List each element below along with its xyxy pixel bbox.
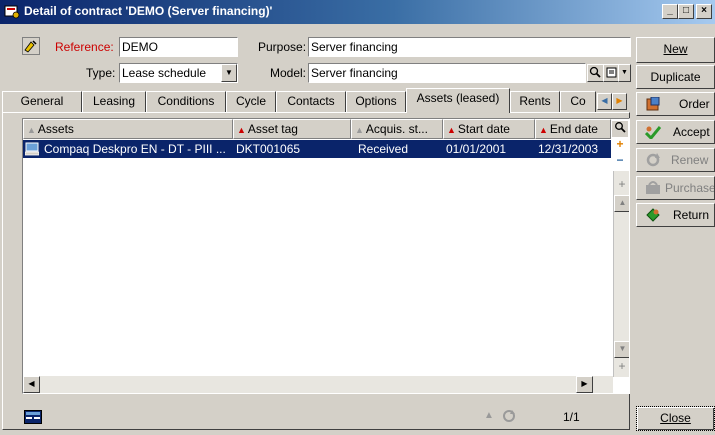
cell-acquis-status: Received [358, 142, 409, 156]
purchase-icon [646, 181, 660, 194]
renew-button[interactable]: Renew [636, 148, 715, 172]
tab-cycle[interactable]: Cycle [226, 91, 276, 112]
scroll-up-icon[interactable]: ▲ [614, 195, 629, 212]
sort-indicator-icon: ▲ [27, 125, 36, 135]
tab-scroll-right-icon[interactable]: ▶ [612, 93, 627, 110]
column-header-start-date[interactable]: ▲ Start date [443, 119, 535, 139]
column-header-end-date[interactable]: ▲ End date [535, 119, 611, 139]
sort-indicator-icon: ▲ [539, 125, 548, 135]
return-icon [646, 208, 660, 222]
column-header-acquis-status[interactable]: ▲ Acquis. st... [351, 119, 443, 139]
contract-app-icon [4, 5, 20, 19]
tab-contacts[interactable]: Contacts [276, 91, 346, 112]
tab-leasing[interactable]: Leasing [82, 91, 146, 112]
cell-asset-tag: DKT001065 [236, 142, 301, 156]
reference-field[interactable]: DEMO [119, 37, 238, 57]
order-button[interactable]: Order [636, 92, 715, 116]
cell-start-date: 01/01/2001 [446, 142, 507, 156]
maximize-button[interactable]: □ [678, 4, 694, 19]
column-header-asset-tag[interactable]: ▲ Asset tag [233, 119, 351, 139]
type-select-value: Lease schedule [122, 66, 207, 80]
tab-co[interactable]: Co [560, 91, 596, 112]
status-sort-icon: ▲ [484, 410, 494, 421]
horizontal-scrollbar[interactable]: ◀ ▶ [23, 376, 613, 393]
cell-assets: Compaq Deskpro EN - DT - PIII ... [44, 142, 226, 156]
assets-list[interactable]: ▲ Assets ▲ Asset tag ▲ Acquis. st... ▲ Start… [22, 118, 630, 394]
close-window-button[interactable]: × [696, 4, 712, 19]
type-label: Type: [86, 66, 116, 80]
reference-label: Reference: [55, 40, 114, 54]
remove-row-icon[interactable]: − [612, 153, 628, 169]
title-bar[interactable]: Detail of contract 'DEMO (Server financi… [0, 0, 715, 24]
model-search-icon[interactable] [587, 64, 604, 82]
close-button[interactable]: Close [636, 406, 715, 431]
expand-icon[interactable]: + [614, 177, 629, 193]
cell-end-date: 12/31/2003 [538, 142, 599, 156]
new-button[interactable]: New [636, 37, 715, 63]
accept-button[interactable]: Accept [636, 120, 715, 144]
sort-indicator-icon: ▲ [355, 125, 364, 135]
tab-conditions[interactable]: Conditions [146, 91, 226, 112]
record-counter: 1/1 [563, 410, 580, 424]
minimize-button[interactable]: _ [662, 4, 678, 19]
tab-options[interactable]: Options [346, 91, 406, 112]
return-button[interactable]: Return [636, 203, 715, 227]
model-field[interactable]: Server financing [308, 63, 586, 83]
contract-detail-window: Detail of contract 'DEMO (Server financi… [0, 0, 715, 435]
purchase-button[interactable]: Purchase [636, 176, 715, 200]
type-dropdown-arrow-icon[interactable]: ▼ [221, 64, 237, 82]
model-label: Model: [270, 66, 307, 80]
add-row-icon[interactable]: + [612, 137, 628, 153]
tab-general[interactable]: General [2, 91, 82, 112]
order-icon [646, 97, 660, 111]
scroll-left-icon[interactable]: ◀ [23, 376, 40, 393]
renew-icon [646, 153, 660, 167]
accept-icon [645, 126, 661, 139]
purpose-label: Purpose: [258, 40, 307, 54]
model-dropdown-arrow-icon[interactable]: ▼ [618, 64, 631, 82]
sort-indicator-icon: ▲ [237, 125, 246, 135]
duplicate-button[interactable]: Duplicate [636, 65, 715, 89]
refresh-icon[interactable] [500, 408, 518, 424]
list-view-icon[interactable] [24, 410, 42, 424]
window-title: Detail of contract 'DEMO (Server financi… [24, 4, 273, 18]
table-row[interactable]: Compaq Deskpro EN - DT - PIII ... DKT001… [23, 140, 611, 158]
expand-bottom-icon[interactable]: + [614, 359, 629, 375]
tab-scroll-left-icon[interactable]: ◀ [597, 93, 612, 110]
list-search-icon[interactable] [612, 121, 628, 137]
computer-asset-icon [25, 142, 39, 156]
magnifier-lookup-icon[interactable] [22, 37, 40, 55]
vertical-scrollbar[interactable]: + ▲ ▼ + [613, 171, 629, 377]
tab-rents[interactable]: Rents [510, 91, 560, 112]
tab-assets-leased[interactable]: Assets (leased) [406, 88, 510, 113]
purpose-field[interactable]: Server financing [308, 37, 631, 57]
scroll-down-icon[interactable]: ▼ [614, 341, 629, 358]
column-header-assets[interactable]: ▲ Assets [23, 119, 233, 139]
sort-indicator-icon: ▲ [447, 125, 456, 135]
scroll-right-icon[interactable]: ▶ [576, 376, 593, 393]
